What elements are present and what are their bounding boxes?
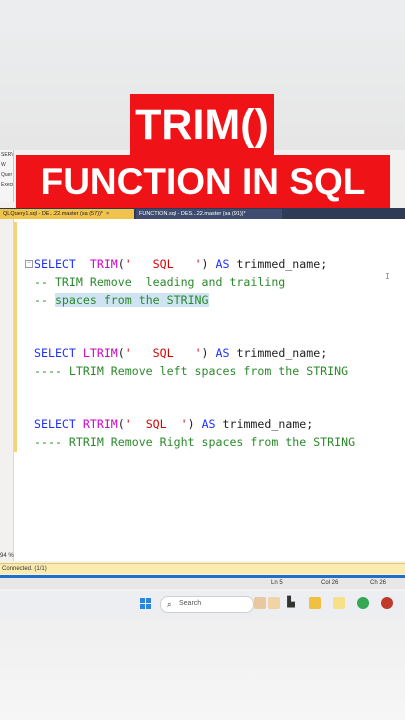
task-view-icon[interactable]: ▙ xyxy=(285,597,297,609)
background-bottom xyxy=(0,615,405,720)
title-banner-line-2: FUNCTION IN SQL xyxy=(16,155,390,208)
collapse-icon[interactable]: − xyxy=(25,260,33,268)
code-line-1[interactable]: SELECT TRIM(' SQL ') AS trimmed_name; xyxy=(34,257,327,271)
tab-label: FUNCTION.sql - DES...22.master (sa (91))… xyxy=(139,211,246,217)
windows-start-icon[interactable] xyxy=(140,598,151,609)
code-line-4[interactable]: SELECT LTRIM(' SQL ') AS trimmed_name; xyxy=(34,346,327,360)
chrome-icon[interactable] xyxy=(357,597,369,609)
selected-text: spaces from the STRING xyxy=(54,293,209,307)
app-icon[interactable] xyxy=(333,597,345,609)
zoom-level[interactable]: 94 % xyxy=(0,553,14,559)
object-explorer-item[interactable]: Execu xyxy=(0,180,13,190)
widget-icon[interactable] xyxy=(268,597,280,609)
widget-icon[interactable] xyxy=(254,597,266,609)
char-number: Ch 26 xyxy=(370,580,387,586)
editor-status-bar: Ln 5 Col 26 Ch 26 xyxy=(0,578,405,589)
code-line-7[interactable]: ---- RTRIM Remove Right spaces from the … xyxy=(34,435,355,449)
title-banner-line-1: TRIM() xyxy=(130,94,274,156)
tab-label: QLQuery1.sql - DE...22.master (sa (57))* xyxy=(3,211,103,217)
search-icon: ⌕ xyxy=(167,600,172,609)
close-icon[interactable]: × xyxy=(106,211,109,217)
tab-query1[interactable]: QLQuery1.sql - DE...22.master (sa (57))*… xyxy=(0,209,134,219)
text-cursor-icon: I xyxy=(385,272,390,281)
code-line-5[interactable]: ---- LTRIM Remove left spaces from the S… xyxy=(34,364,348,378)
app-icon[interactable] xyxy=(381,597,393,609)
change-tracking-bar xyxy=(14,222,17,452)
line-number: Ln 5 xyxy=(271,580,283,586)
search-placeholder: Search xyxy=(179,600,202,607)
document-tab-strip: QLQuery1.sql - DE...22.master (sa (57))*… xyxy=(0,208,405,219)
code-line-3[interactable]: -- spaces from the STRING xyxy=(34,293,209,307)
taskbar-search[interactable]: ⌕ Search xyxy=(160,596,254,613)
file-explorer-icon[interactable] xyxy=(309,597,321,609)
object-explorer-item[interactable]: W xyxy=(0,160,13,170)
object-explorer[interactable]: SERVE W Quer Execu xyxy=(0,150,14,202)
tab-function[interactable]: FUNCTION.sql - DES...22.master (sa (91))… xyxy=(136,209,282,219)
object-explorer-item[interactable]: SERVE xyxy=(0,150,13,160)
connection-status: Connected. (1/1) xyxy=(2,566,47,572)
column-number: Col 26 xyxy=(321,580,339,586)
object-explorer-item[interactable]: Quer xyxy=(0,170,13,180)
code-line-2[interactable]: -- TRIM Remove leading and trailing xyxy=(34,275,285,289)
connection-status-bar: Connected. (1/1) xyxy=(0,563,405,574)
code-line-6[interactable]: SELECT RTRIM(' SQL ') AS trimmed_name; xyxy=(34,417,313,431)
